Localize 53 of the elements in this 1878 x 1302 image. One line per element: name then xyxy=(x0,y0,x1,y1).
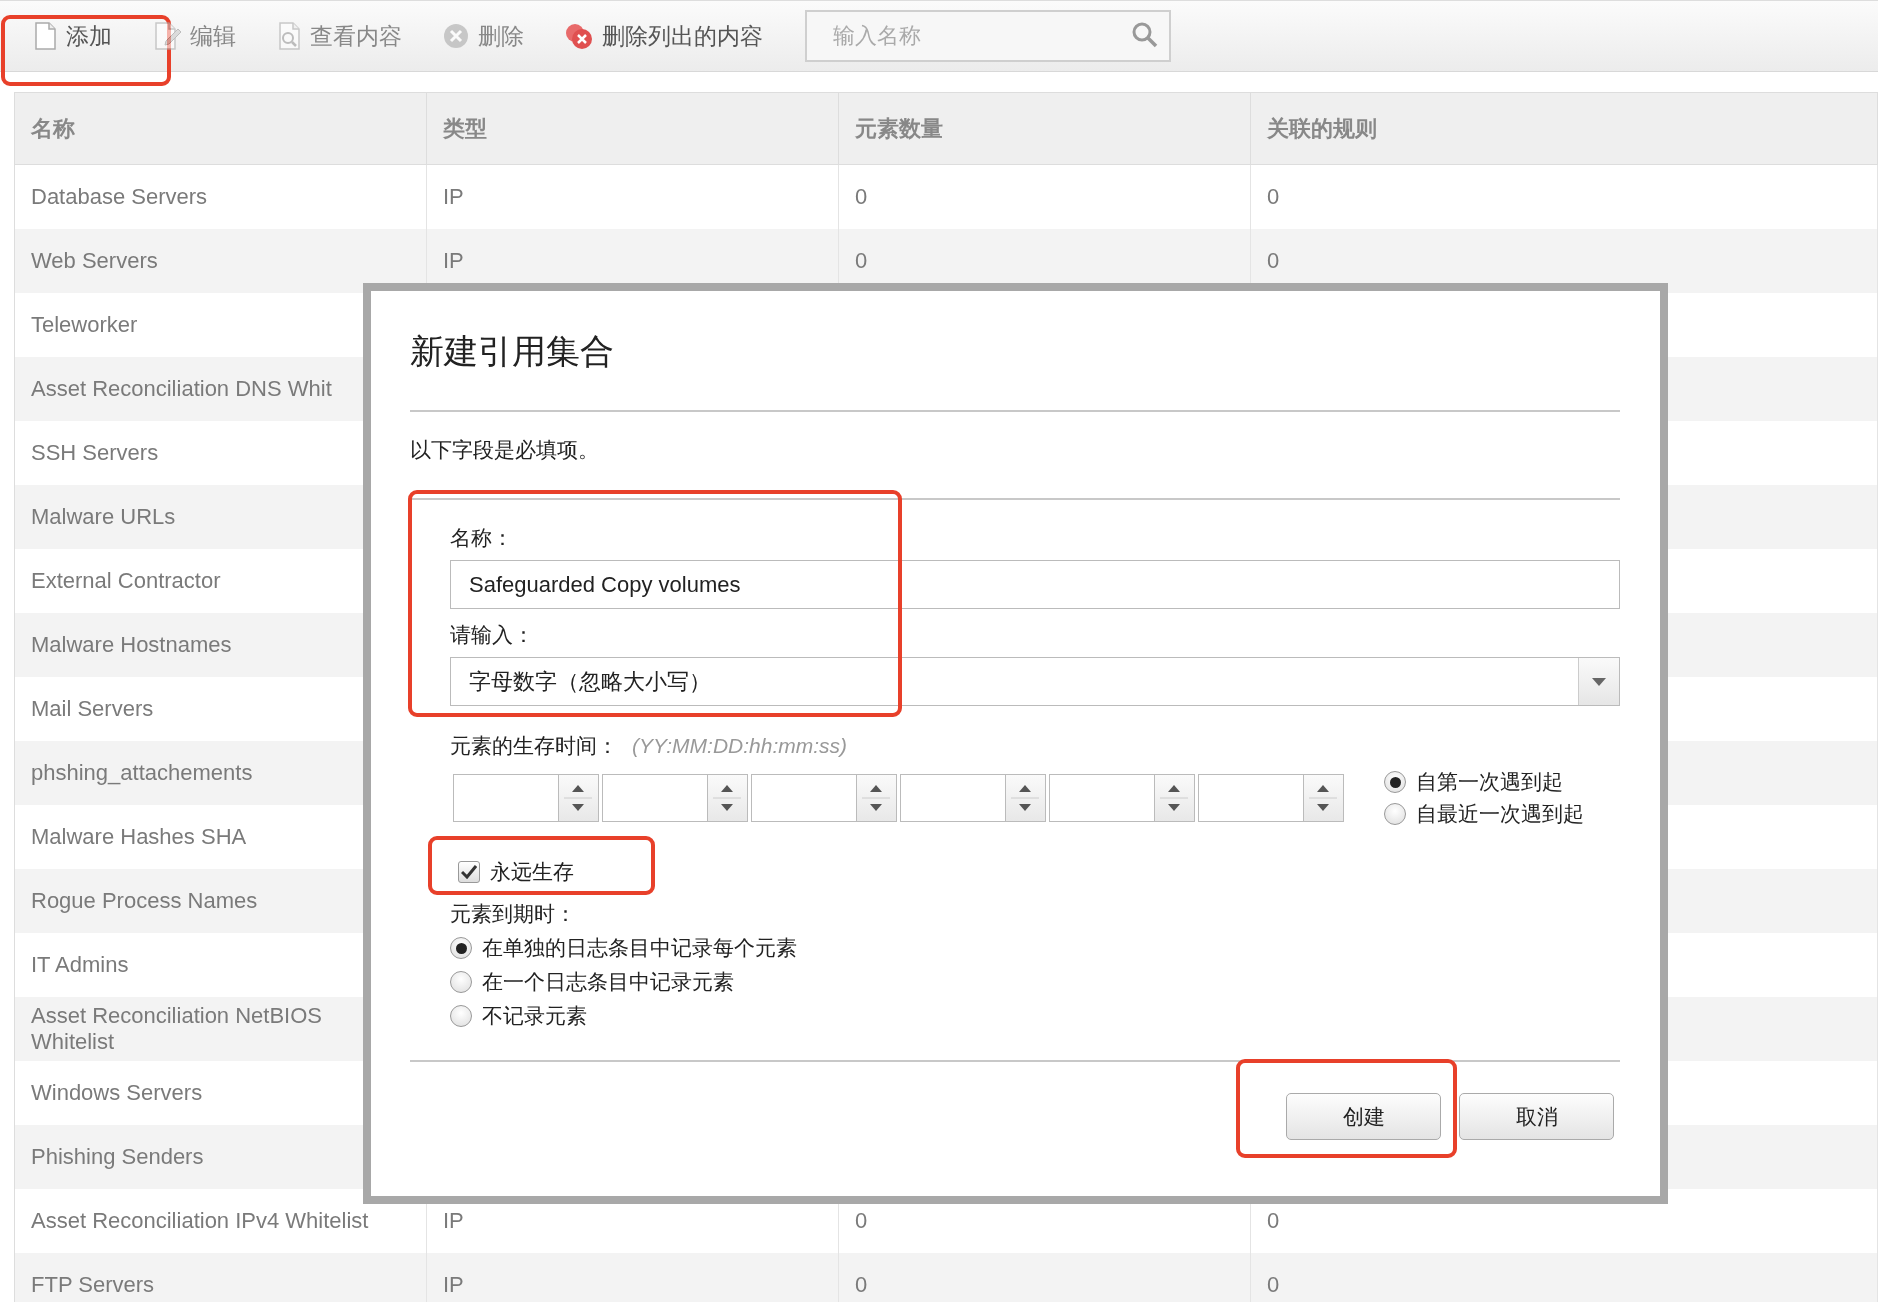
name-field[interactable]: Safeguarded Copy volumes xyxy=(450,560,1620,609)
stepper-control[interactable] xyxy=(1006,774,1046,822)
stepper-control[interactable] xyxy=(708,774,748,822)
table-cell: Web Servers xyxy=(15,229,427,293)
number-field[interactable] xyxy=(1198,774,1304,822)
stepper-control[interactable] xyxy=(1304,774,1344,822)
number-field[interactable] xyxy=(602,774,708,822)
radio-button[interactable] xyxy=(450,937,472,959)
delete-icon xyxy=(442,22,470,50)
table-cell: FTP Servers xyxy=(15,1253,427,1302)
table-cell: 0 xyxy=(839,1253,1251,1302)
stepper-control[interactable] xyxy=(559,774,599,822)
radio-button[interactable] xyxy=(450,1005,472,1027)
document-icon xyxy=(32,21,58,51)
column-header[interactable]: 名称 xyxy=(15,93,427,165)
stepper-control[interactable] xyxy=(1155,774,1195,822)
field-label: 请输入： xyxy=(450,622,535,648)
document-magnifier-icon xyxy=(276,21,302,51)
radio-label: 在单独的日志条目中记录每个元素 xyxy=(482,935,797,961)
column-header[interactable]: 类型 xyxy=(427,93,839,165)
checkbox-label: 永远生存 xyxy=(490,859,574,885)
radio-label: 在一个日志条目中记录元素 xyxy=(482,969,734,995)
check-icon xyxy=(461,865,477,879)
format-hint: (YY:MM:DD:hh:mm:ss) xyxy=(632,734,848,758)
dialog-button[interactable]: 取消 xyxy=(1459,1093,1614,1140)
type-dropdown[interactable]: 字母数字（忽略大小写） xyxy=(450,657,1620,706)
field-label: 元素的生存时间： xyxy=(450,733,618,759)
radio-label: 自最近一次遇到起 xyxy=(1416,801,1584,827)
number-field[interactable] xyxy=(900,774,1006,822)
column-header[interactable]: 元素数量 xyxy=(839,93,1251,165)
radio-button[interactable] xyxy=(1384,771,1406,793)
stepper-control[interactable] xyxy=(857,774,897,822)
field-label: 元素到期时： xyxy=(450,901,577,927)
table-cell: IP xyxy=(427,1253,839,1302)
radio-button[interactable] xyxy=(450,971,472,993)
search-icon xyxy=(1131,21,1159,49)
dialog-button[interactable]: 创建 xyxy=(1286,1093,1441,1140)
radio-label: 自第一次遇到起 xyxy=(1416,769,1563,795)
document-pencil-icon xyxy=(152,21,182,51)
dropdown-arrow-button[interactable] xyxy=(1578,658,1619,705)
checkbox[interactable] xyxy=(458,861,480,883)
toolbar-button[interactable]: 删除列出的内容 xyxy=(562,16,765,56)
field-label: 名称： xyxy=(450,525,514,551)
column-header[interactable]: 关联的规则 xyxy=(1251,93,1878,165)
radio-label: 不记录元素 xyxy=(482,1003,587,1029)
radio-button[interactable] xyxy=(1384,803,1406,825)
search-field[interactable]: 输入名称 xyxy=(805,10,1171,62)
delete-multiple-icon xyxy=(564,22,594,50)
number-field[interactable] xyxy=(453,774,559,822)
number-field[interactable] xyxy=(751,774,857,822)
number-field[interactable] xyxy=(1049,774,1155,822)
toolbar-button[interactable]: 添加 xyxy=(30,16,114,56)
table-cell: 0 xyxy=(1251,1253,1878,1302)
